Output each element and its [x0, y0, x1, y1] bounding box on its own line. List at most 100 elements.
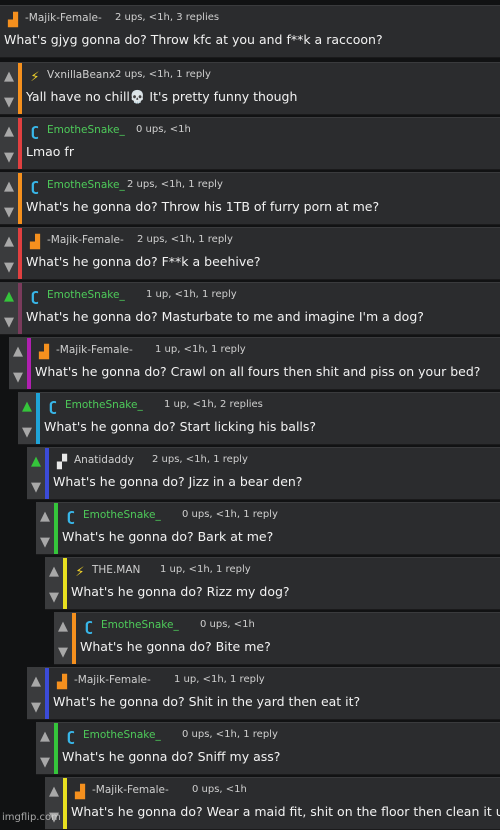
- downvote-arrow-icon[interactable]: ▼: [54, 639, 72, 664]
- upvote-arrow-icon[interactable]: ▲: [0, 228, 18, 254]
- comment: ▲ ▼ ʗ EmotheSnake_ 0 ups, <1h, 1 reply W…: [36, 722, 500, 775]
- orange-chair-icon[interactable]: ▟: [28, 236, 42, 250]
- upvote-arrow-icon[interactable]: ▲: [36, 723, 54, 749]
- comment-username[interactable]: EmotheSnake_: [47, 124, 125, 136]
- blue-snake-icon[interactable]: ʗ: [28, 291, 42, 305]
- comment-username[interactable]: EmotheSnake_: [101, 619, 179, 631]
- comment-username[interactable]: -Majik-Female-: [47, 234, 124, 246]
- thread-depth-bar: [45, 448, 49, 499]
- comment-meta: 1 up, <1h, 1 reply: [155, 344, 246, 355]
- comment-meta: 0 ups, <1h: [192, 784, 247, 795]
- comment-text: What's he gonna do? Jizz in a bear den?: [53, 474, 303, 489]
- comment-meta: 1 up, <1h, 1 reply: [174, 674, 265, 685]
- upvote-arrow-icon[interactable]: ▲: [27, 668, 45, 694]
- thread-depth-bar: [54, 503, 58, 554]
- comment-meta: 1 up, <1h, 2 replies: [164, 399, 263, 410]
- orange-chair-icon[interactable]: ▟: [37, 346, 51, 360]
- comment-meta: 0 ups, <1h: [200, 619, 255, 630]
- lightning-icon[interactable]: ⚡: [28, 71, 42, 85]
- comment-username[interactable]: VxnillaBeanx: [47, 69, 115, 81]
- comment-text: What's he gonna do? Bite me?: [80, 639, 271, 654]
- comment-username[interactable]: EmotheSnake_: [47, 179, 125, 191]
- upvote-arrow-icon[interactable]: ▲: [0, 118, 18, 144]
- upvote-arrow-icon[interactable]: ▲: [0, 173, 18, 199]
- downvote-arrow-icon[interactable]: ▼: [18, 419, 36, 444]
- thread-depth-bar: [18, 63, 22, 114]
- comment-username[interactable]: EmotheSnake_: [47, 289, 125, 301]
- upvote-arrow-icon[interactable]: ▲: [36, 503, 54, 529]
- thread-depth-bar: [27, 338, 31, 389]
- vote-column: ▲ ▼: [0, 283, 18, 334]
- blue-snake-icon[interactable]: ʗ: [82, 621, 96, 635]
- thread-depth-bar: [72, 613, 76, 664]
- comment-username[interactable]: -Majik-Female-: [56, 344, 133, 356]
- comment: ▲ ▼ ⚡ VxnillaBeanx 2 ups, <1h, 1 reply Y…: [0, 62, 500, 115]
- blue-snake-icon[interactable]: ʗ: [28, 181, 42, 195]
- comment-text: What's he gonna do? Wear a maid fit, shi…: [71, 804, 500, 819]
- vote-column: ▲ ▼: [0, 63, 18, 114]
- comment-username[interactable]: EmotheSnake_: [65, 399, 143, 411]
- comment-text: What's he gonna do? F**k a beehive?: [26, 254, 261, 269]
- comment-text: What's he gonna do? Start licking his ba…: [44, 419, 317, 434]
- downvote-arrow-icon[interactable]: ▼: [36, 749, 54, 774]
- comment-meta: 2 ups, <1h, 1 reply: [127, 179, 223, 190]
- downvote-arrow-icon[interactable]: ▼: [0, 144, 18, 169]
- upvote-arrow-icon[interactable]: ▲: [0, 63, 18, 89]
- comment-username[interactable]: THE.MAN: [92, 564, 140, 576]
- vote-column: ▲ ▼: [9, 338, 27, 389]
- vote-column: ▲ ▼: [27, 448, 45, 499]
- comment-text: What's he gonna do? Sniff my ass?: [62, 749, 281, 764]
- comment: ▲ ▼ ▟ -Majik-Female- 0 ups, <1h What's h…: [45, 777, 500, 830]
- downvote-arrow-icon[interactable]: ▼: [0, 254, 18, 279]
- downvote-arrow-icon[interactable]: ▼: [45, 584, 63, 609]
- vote-column: ▲ ▼: [0, 118, 18, 169]
- blue-snake-icon[interactable]: ʗ: [28, 126, 42, 140]
- comment-username[interactable]: -Majik-Female-: [92, 784, 169, 796]
- white-duck-icon[interactable]: ▞: [55, 456, 69, 470]
- upvote-arrow-icon[interactable]: ▲: [45, 778, 63, 804]
- vote-column: ▲ ▼: [54, 613, 72, 664]
- comment-username[interactable]: -Majik-Female-: [74, 674, 151, 686]
- upvote-arrow-icon[interactable]: ▲: [45, 558, 63, 584]
- comment-meta: 2 ups, <1h, 1 reply: [115, 69, 211, 80]
- blue-snake-icon[interactable]: ʗ: [64, 731, 78, 745]
- comment-username[interactable]: EmotheSnake_: [83, 509, 161, 521]
- comment-username[interactable]: EmotheSnake_: [83, 729, 161, 741]
- downvote-arrow-icon[interactable]: ▼: [0, 89, 18, 114]
- comment-meta: 0 ups, <1h: [136, 124, 191, 135]
- thread-depth-bar: [18, 173, 22, 224]
- downvote-arrow-icon[interactable]: ▼: [0, 309, 18, 334]
- comment-username[interactable]: Anatidaddy: [74, 454, 134, 466]
- downvote-arrow-icon[interactable]: ▼: [27, 474, 45, 499]
- comment: ▲ ▼ ▞ Anatidaddy 2 ups, <1h, 1 reply Wha…: [27, 447, 500, 500]
- comment-text: What's he gonna do? Masturbate to me and…: [26, 309, 424, 324]
- lightning-icon[interactable]: ⚡: [73, 566, 87, 580]
- comment-meta: 2 ups, <1h, 1 reply: [137, 234, 233, 245]
- comment: ▲ ▼ ʗ EmotheSnake_ 2 ups, <1h, 1 reply W…: [0, 172, 500, 225]
- downvote-arrow-icon[interactable]: ▼: [9, 364, 27, 389]
- comment-text: What's gjyg gonna do? Throw kfc at you a…: [4, 32, 383, 47]
- downvote-arrow-icon[interactable]: ▼: [27, 694, 45, 719]
- upvote-arrow-icon[interactable]: ▲: [27, 448, 45, 474]
- orange-chair-icon[interactable]: ▟: [55, 676, 69, 690]
- upvote-arrow-icon[interactable]: ▲: [0, 283, 18, 309]
- thread-depth-bar: [36, 393, 40, 444]
- blue-snake-icon[interactable]: ʗ: [64, 511, 78, 525]
- downvote-arrow-icon[interactable]: ▼: [36, 529, 54, 554]
- blue-snake-icon[interactable]: ʗ: [46, 401, 60, 415]
- comment-meta: 2 ups, <1h, 1 reply: [152, 454, 248, 465]
- comment: ▟ -Majik-Female- 2 ups, <1h, 3 replies W…: [0, 5, 500, 58]
- thread-depth-bar: [18, 283, 22, 334]
- orange-chair-icon[interactable]: ▟: [6, 14, 20, 28]
- comment: ▲ ▼ ▟ -Majik-Female- 1 up, <1h, 1 reply …: [9, 337, 500, 390]
- upvote-arrow-icon[interactable]: ▲: [54, 613, 72, 639]
- comment-text: What's he gonna do? Throw his 1TB of fur…: [26, 199, 380, 214]
- downvote-arrow-icon[interactable]: ▼: [0, 199, 18, 224]
- comment-username[interactable]: -Majik-Female-: [25, 12, 102, 24]
- upvote-arrow-icon[interactable]: ▲: [9, 338, 27, 364]
- comment-meta: 0 ups, <1h, 1 reply: [182, 509, 278, 520]
- comment-text: What's he gonna do? Rizz my dog?: [71, 584, 290, 599]
- thread-depth-bar: [54, 723, 58, 774]
- orange-chair-icon[interactable]: ▟: [73, 786, 87, 800]
- upvote-arrow-icon[interactable]: ▲: [18, 393, 36, 419]
